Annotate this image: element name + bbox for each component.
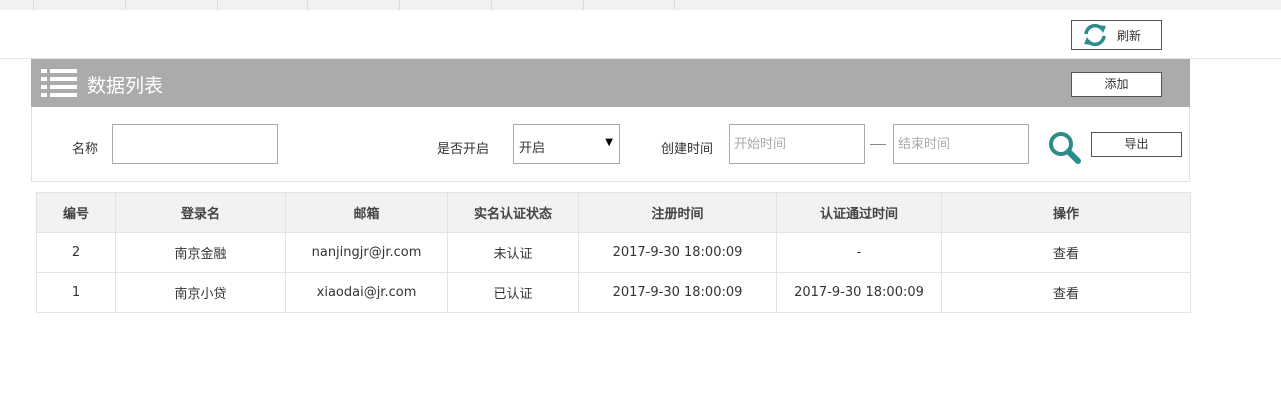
column-header: 认证通过时间 bbox=[776, 192, 942, 233]
column-header: 编号 bbox=[36, 192, 116, 233]
tab[interactable] bbox=[126, 0, 218, 10]
tab[interactable] bbox=[492, 0, 584, 10]
cell-register-time: 2017-9-30 18:00:09 bbox=[578, 232, 777, 273]
cell-verify-status: 已认证 bbox=[447, 272, 579, 313]
created-time-label: 创建时间 bbox=[661, 142, 714, 157]
cell-login-name: 南京金融 bbox=[115, 232, 286, 273]
cell-verify-status: 未认证 bbox=[447, 232, 579, 273]
cell-id: 2 bbox=[36, 232, 116, 273]
cell-register-time: 2017-9-30 18:00:09 bbox=[578, 272, 777, 313]
enabled-label: 是否开启 bbox=[437, 142, 490, 157]
caret-down-icon: ▼ bbox=[605, 137, 613, 148]
tab[interactable] bbox=[218, 0, 308, 10]
panel-header: 数据列表 添加 bbox=[31, 59, 1190, 107]
view-link[interactable]: 查看 bbox=[941, 232, 1191, 273]
tab-bar bbox=[0, 0, 1281, 10]
name-label: 名称 bbox=[72, 142, 99, 157]
start-time-input[interactable] bbox=[729, 124, 865, 164]
cell-verified-time: - bbox=[776, 232, 942, 273]
table-row: 2 南京金融 nanjingjr@jr.com 未认证 2017-9-30 18… bbox=[36, 232, 1191, 273]
table-header-row: 编号 登录名 邮箱 实名认证状态 注册时间 认证通过时间 操作 bbox=[36, 192, 1191, 233]
enabled-select-value: 开启 bbox=[519, 141, 546, 156]
data-table: 编号 登录名 邮箱 实名认证状态 注册时间 认证通过时间 操作 2 南京金融 n… bbox=[36, 192, 1191, 313]
enabled-select[interactable]: 开启 ▼ bbox=[513, 124, 620, 164]
export-button[interactable]: 导出 bbox=[1091, 132, 1182, 157]
search-icon[interactable] bbox=[1048, 131, 1082, 165]
cell-login-name: 南京小贷 bbox=[115, 272, 286, 313]
table-row: 1 南京小贷 xiaodai@jr.com 已认证 2017-9-30 18:0… bbox=[36, 272, 1191, 313]
tab[interactable] bbox=[34, 0, 126, 10]
tab[interactable] bbox=[584, 0, 675, 10]
column-header: 登录名 bbox=[115, 192, 286, 233]
add-button[interactable]: 添加 bbox=[1071, 72, 1162, 97]
column-header: 实名认证状态 bbox=[447, 192, 579, 233]
panel-title: 数据列表 bbox=[87, 75, 164, 97]
end-time-input[interactable] bbox=[893, 124, 1029, 164]
range-separator bbox=[870, 144, 886, 145]
column-header: 邮箱 bbox=[285, 192, 448, 233]
cell-verified-time: 2017-9-30 18:00:09 bbox=[776, 272, 942, 313]
column-header: 操作 bbox=[941, 192, 1191, 233]
tab[interactable] bbox=[400, 0, 492, 10]
list-icon bbox=[41, 69, 77, 97]
column-header: 注册时间 bbox=[578, 192, 777, 233]
tab[interactable] bbox=[0, 0, 34, 10]
cell-email: nanjingjr@jr.com bbox=[285, 232, 448, 273]
view-link[interactable]: 查看 bbox=[941, 272, 1191, 313]
tab[interactable] bbox=[308, 0, 400, 10]
filter-bar: 名称 是否开启 开启 ▼ 创建时间 导出 bbox=[31, 107, 1190, 182]
refresh-icon bbox=[1084, 23, 1106, 47]
refresh-button[interactable]: 刷新 bbox=[1071, 20, 1162, 50]
cell-id: 1 bbox=[36, 272, 116, 313]
cell-email: xiaodai@jr.com bbox=[285, 272, 448, 313]
name-input[interactable] bbox=[112, 124, 278, 164]
top-toolbar: 刷新 bbox=[0, 10, 1281, 59]
refresh-label: 刷新 bbox=[1117, 29, 1142, 43]
